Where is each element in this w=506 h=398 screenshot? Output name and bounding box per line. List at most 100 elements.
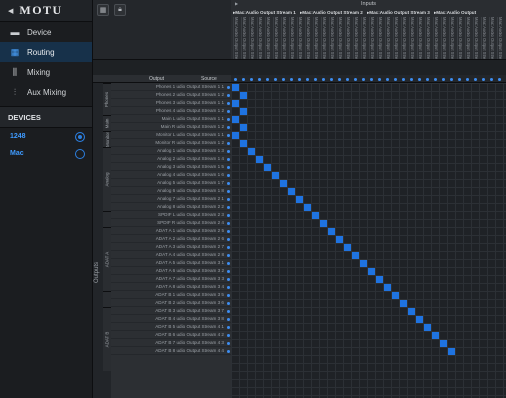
output-row[interactable]: ADAT A 8 udio Output Stream 3 4 [111, 283, 231, 291]
routing-connection-cell[interactable] [360, 260, 367, 267]
routing-connection-cell[interactable] [336, 236, 343, 243]
output-row[interactable]: Phones 4 udio Output Stream 1 2 [111, 107, 231, 115]
output-row[interactable]: SPDIF R udio Output Stream 2 4 [111, 219, 231, 227]
input-column-label[interactable]: Mac:Audio Output Stream [241, 17, 246, 59]
input-column-label[interactable]: Mac:Audio Output Stream [353, 17, 358, 59]
nav-item-device[interactable]: ▬ Device [0, 22, 92, 42]
input-column-label[interactable]: Mac:Audio Output Stream [305, 17, 310, 59]
input-column-label[interactable]: Mac:Audio Output Stream [257, 17, 262, 59]
output-group-unnamed[interactable] [103, 291, 111, 307]
input-column-label[interactable]: Mac:Audio Output Stream [265, 17, 270, 59]
routing-connection-cell[interactable] [272, 172, 279, 179]
output-row[interactable]: ADAT B 2 udio Output Stream 3 6 [111, 299, 231, 307]
output-row[interactable]: ADAT B 7 udio Output Stream 4 3 [111, 339, 231, 347]
output-row[interactable]: Analog 4 udio Output Stream 1 6 [111, 171, 231, 179]
routing-grid[interactable] [231, 83, 506, 398]
output-row[interactable]: ADAT A 7 udio Output Stream 3 3 [111, 275, 231, 283]
output-group-main[interactable]: Main [103, 115, 111, 131]
routing-connection-cell[interactable] [240, 108, 247, 115]
output-row[interactable]: Main L udio Output Stream 1 1 [111, 115, 231, 123]
output-group-unnamed[interactable] [103, 211, 111, 227]
input-column-label[interactable]: Mac:Audio Output Stream [457, 17, 462, 59]
output-group-monitor[interactable]: Monitor [103, 131, 111, 147]
device-row-mac[interactable]: Mac [0, 145, 92, 162]
back-arrow-icon[interactable]: ◀ [8, 7, 13, 15]
output-row[interactable]: Main R udio Output Stream 1 2 [111, 123, 231, 131]
routing-connection-cell[interactable] [248, 148, 255, 155]
output-row[interactable]: Phones 3 udio Output Stream 1 1 [111, 99, 231, 107]
output-row[interactable]: ADAT B 1 udio Output Stream 3 5 [111, 291, 231, 299]
output-row[interactable]: ADAT A 1 udio Output Stream 2 5 [111, 227, 231, 235]
routing-connection-cell[interactable] [392, 292, 399, 299]
output-group-adat-b[interactable]: ADAT B [103, 307, 111, 371]
routing-connection-cell[interactable] [424, 324, 431, 331]
input-column-label[interactable]: Mac:Audio Output Stream [385, 17, 390, 59]
routing-connection-cell[interactable] [288, 188, 295, 195]
input-column-label[interactable]: Mac:Audio Output Stream [473, 17, 478, 59]
output-row[interactable]: ADAT A 6 udio Output Stream 3 2 [111, 267, 231, 275]
routing-connection-cell[interactable] [256, 156, 263, 163]
input-column-label[interactable]: Mac:Audio Output Stream [377, 17, 382, 59]
output-row[interactable]: ADAT B 5 udio Output Stream 4 1 [111, 323, 231, 331]
routing-connection-cell[interactable] [320, 220, 327, 227]
routing-connection-cell[interactable] [408, 308, 415, 315]
routing-connection-cell[interactable] [240, 92, 247, 99]
input-column-label[interactable]: Mac:Audio Output Stream [417, 17, 422, 59]
input-column-label[interactable]: Mac:Audio Output Stream [393, 17, 398, 59]
routing-connection-cell[interactable] [232, 116, 239, 123]
input-column-label[interactable]: Mac:Audio Output Stream [337, 17, 342, 59]
input-column-label[interactable]: Mac:Audio Output Stream [433, 17, 438, 59]
output-row[interactable]: SPDIF L udio Output Stream 2 3 [111, 211, 231, 219]
input-column-label[interactable]: Mac:Audio Output Stream [321, 17, 326, 59]
input-column-label[interactable]: Mac:Audio Output Stream [297, 17, 302, 59]
routing-connection-cell[interactable] [344, 244, 351, 251]
routing-connection-cell[interactable] [384, 284, 391, 291]
routing-connection-cell[interactable] [232, 100, 239, 107]
app-header[interactable]: ◀ MOTU [0, 0, 92, 22]
output-row[interactable]: ADAT A 4 udio Output Stream 2 8 [111, 251, 231, 259]
input-column-label[interactable]: Mac:Audio Output Stream [409, 17, 414, 59]
input-column-label[interactable]: Mac:Audio Output Stream [249, 17, 254, 59]
output-row[interactable]: ADAT A 2 udio Output Stream 2 6 [111, 235, 231, 243]
routing-connection-cell[interactable] [376, 276, 383, 283]
output-row[interactable]: Analog 6 udio Output Stream 1 8 [111, 187, 231, 195]
device-row-1248[interactable]: 1248 [0, 128, 92, 145]
output-row[interactable]: Analog 3 udio Output Stream 1 5 [111, 163, 231, 171]
routing-connection-cell[interactable] [240, 140, 247, 147]
routing-connection-cell[interactable] [368, 268, 375, 275]
output-group-adat-a[interactable]: ADAT A [103, 227, 111, 291]
routing-connection-cell[interactable] [304, 204, 311, 211]
input-column-label[interactable]: Mac:Audio Output Stream [289, 17, 294, 59]
output-row[interactable]: ADAT B 6 udio Output Stream 4 2 [111, 331, 231, 339]
input-column-label[interactable]: Mac:Audio Output Stream [481, 17, 486, 59]
input-column-label[interactable]: Mac:Audio Output Stream [425, 17, 430, 59]
output-row[interactable]: ADAT B 8 udio Output Stream 4 4 [111, 347, 231, 355]
output-row[interactable]: Monitor R udio Output Stream 1 2 [111, 139, 231, 147]
input-column-label[interactable]: Mac:Audio Output Stream [281, 17, 286, 59]
output-row[interactable]: Monitor L udio Output Stream 1 1 [111, 131, 231, 139]
output-row[interactable]: Analog 7 udio Output Stream 2 1 [111, 195, 231, 203]
output-row[interactable]: Analog 8 udio Output Stream 2 2 [111, 203, 231, 211]
output-row[interactable]: ADAT A 5 udio Output Stream 3 1 [111, 259, 231, 267]
routing-connection-cell[interactable] [448, 348, 455, 355]
routing-connection-cell[interactable] [232, 132, 239, 139]
input-column-label[interactable]: Mac:Audio Output Stream [401, 17, 406, 59]
routing-connection-cell[interactable] [440, 340, 447, 347]
output-row[interactable]: Analog 1 udio Output Stream 1 3 [111, 147, 231, 155]
input-column-label[interactable]: Mac:Audio Output Stream [313, 17, 318, 59]
input-column-label[interactable]: Mac:Audio Output Stream [465, 17, 470, 59]
grid-view-icon[interactable]: ▦ [97, 4, 109, 16]
nav-item-aux-mixing[interactable]: ⫶ Aux Mixing [0, 82, 92, 102]
input-column-label[interactable]: Mac:Audio Output Stream [273, 17, 278, 59]
output-group-phones[interactable]: Phones [103, 83, 111, 115]
output-row[interactable]: Phones 2 udio Output Stream 1 2 [111, 91, 231, 99]
routing-connection-cell[interactable] [352, 252, 359, 259]
input-column-label[interactable]: Mac:Audio Output Stream [233, 17, 238, 59]
routing-connection-cell[interactable] [240, 124, 247, 131]
input-column-label[interactable]: Mac:Audio Output Stream [449, 17, 454, 59]
routing-connection-cell[interactable] [416, 316, 423, 323]
output-row[interactable]: ADAT B 4 udio Output Stream 3 8 [111, 315, 231, 323]
input-column-label[interactable]: Mac:Audio Output Stream [369, 17, 374, 59]
output-row[interactable]: ADAT A 3 udio Output Stream 2 7 [111, 243, 231, 251]
input-column-label[interactable]: Mac:Audio Output Stream [489, 17, 494, 59]
